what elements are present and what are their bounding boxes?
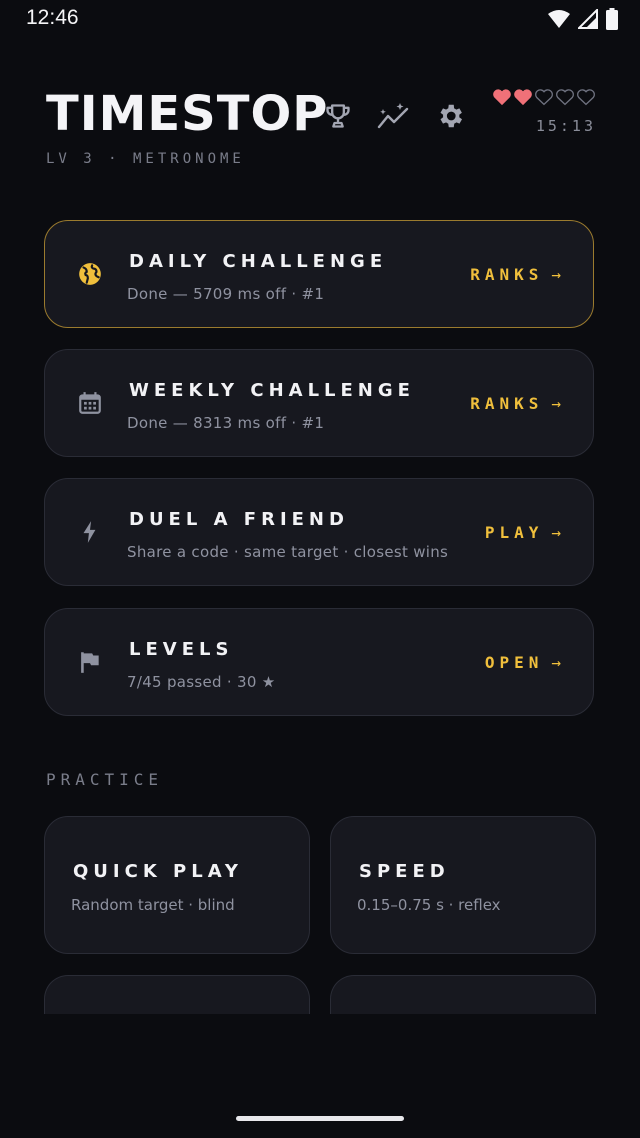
card-title: LEVELS bbox=[129, 639, 234, 660]
play-link[interactable]: PLAY → bbox=[485, 523, 561, 542]
practice-section-label: PRACTICE bbox=[46, 770, 164, 789]
battery-icon bbox=[606, 8, 618, 30]
card-subtitle: Done — 5709 ms off · #1 bbox=[127, 285, 325, 303]
card-title: WEEKLY CHALLENGE bbox=[129, 380, 415, 401]
arrow-right-icon: → bbox=[551, 265, 561, 284]
duel-friend-card[interactable]: DUEL A FRIEND Share a code · same target… bbox=[44, 478, 594, 586]
stats-button[interactable] bbox=[374, 96, 414, 136]
wifi-icon bbox=[548, 10, 570, 28]
lives-timer: 15:13 bbox=[535, 117, 596, 135]
settings-button[interactable] bbox=[430, 96, 470, 136]
trophy-icon bbox=[326, 104, 350, 128]
heart-empty-icon bbox=[535, 89, 553, 106]
level-subtitle: LV 3 · METRONOME bbox=[46, 151, 245, 167]
calendar-icon bbox=[79, 392, 101, 414]
ranks-link[interactable]: RANKS → bbox=[470, 394, 561, 413]
daily-challenge-card[interactable]: DAILY CHALLENGE Done — 5709 ms off · #1 … bbox=[44, 220, 594, 328]
heart-empty-icon bbox=[577, 89, 595, 106]
system-icons bbox=[548, 8, 618, 30]
card-title: DAILY CHALLENGE bbox=[129, 251, 388, 272]
action-label: OPEN bbox=[484, 653, 544, 672]
action-label: RANKS bbox=[470, 394, 544, 413]
open-link[interactable]: OPEN → bbox=[485, 653, 561, 672]
arrow-right-icon: → bbox=[551, 653, 561, 672]
weekly-challenge-card[interactable]: WEEKLY CHALLENGE Done — 8313 ms off · #1… bbox=[44, 349, 594, 457]
bolt-icon bbox=[83, 521, 96, 543]
header: TIMESTOP LV 3 · METRONOME 15:13 bbox=[46, 88, 596, 178]
action-label: PLAY bbox=[484, 523, 544, 542]
flag-icon bbox=[81, 652, 99, 673]
card-subtitle: 7/45 passed · 30 ★ bbox=[127, 673, 276, 691]
quick-play-tile[interactable]: QUICK PLAY Random target · blind bbox=[44, 816, 310, 954]
stats-icon bbox=[377, 103, 409, 129]
heart-filled-icon bbox=[514, 89, 532, 106]
arrow-right-icon: → bbox=[551, 394, 561, 413]
heart-empty-icon bbox=[556, 89, 574, 106]
card-title: DUEL A FRIEND bbox=[129, 509, 349, 530]
status-bar: 12:46 bbox=[0, 0, 640, 40]
levels-card[interactable]: LEVELS 7/45 passed · 30 ★ OPEN → bbox=[44, 608, 594, 716]
tile-title: SPEED bbox=[359, 861, 450, 882]
home-indicator[interactable] bbox=[236, 1116, 404, 1121]
card-subtitle: Done — 8313 ms off · #1 bbox=[127, 414, 325, 432]
tile-subtitle: 0.15–0.75 s · reflex bbox=[357, 896, 501, 914]
heart-filled-icon bbox=[493, 89, 511, 106]
speed-tile[interactable]: SPEED 0.15–0.75 s · reflex bbox=[330, 816, 596, 954]
card-subtitle: Share a code · same target · closest win… bbox=[127, 543, 449, 561]
practice-tile-partial[interactable] bbox=[330, 975, 596, 1015]
tile-subtitle: Random target · blind bbox=[71, 896, 235, 914]
action-label: RANKS bbox=[470, 265, 544, 284]
signal-icon bbox=[578, 9, 598, 29]
trophy-button[interactable] bbox=[318, 96, 358, 136]
ranks-link[interactable]: RANKS → bbox=[470, 265, 561, 284]
globe-icon bbox=[79, 263, 101, 285]
arrow-right-icon: → bbox=[551, 523, 561, 542]
status-time: 12:46 bbox=[26, 6, 79, 29]
lives-hearts bbox=[492, 88, 596, 106]
settings-icon bbox=[440, 104, 462, 128]
app-title: TIMESTOP bbox=[46, 86, 329, 142]
practice-tile-partial[interactable] bbox=[44, 975, 310, 1015]
tile-title: QUICK PLAY bbox=[73, 861, 243, 882]
